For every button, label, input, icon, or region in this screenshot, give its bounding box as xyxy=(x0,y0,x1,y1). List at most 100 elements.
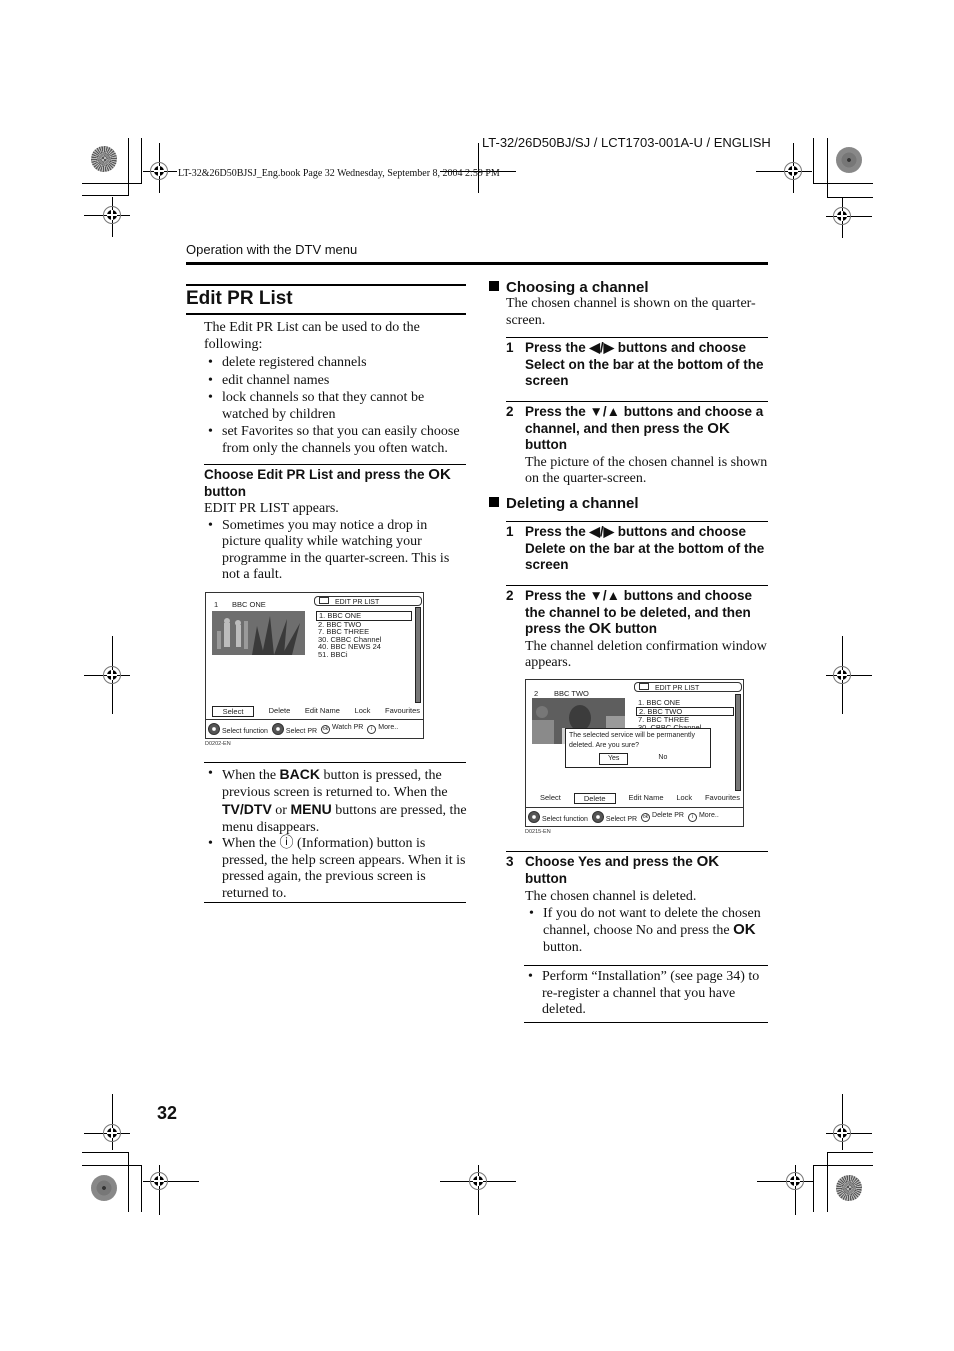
step-notes: If you do not want to delete the chosen … xyxy=(525,906,768,957)
function-edit-name[interactable]: Edit Name xyxy=(305,706,340,717)
dpad-icon xyxy=(208,723,220,735)
uses-list: delete registered channels edit channel … xyxy=(204,355,468,457)
note-rule xyxy=(524,965,768,966)
scrollbar[interactable] xyxy=(735,694,741,791)
function-bar: Select Delete Edit Name Lock Favourites xyxy=(532,793,740,804)
step-result: The chosen channel is deleted. xyxy=(525,889,697,904)
square-bullet-icon xyxy=(489,497,499,507)
deleting-section: Deleting a channel xyxy=(489,495,769,512)
dialog-message: The selected service will be permanently… xyxy=(569,732,696,749)
step: 1 Press the ◀/▶ buttons and choose Delet… xyxy=(506,524,765,572)
list-title-box: EDIT PR LIST xyxy=(634,682,742,692)
info-icon: ⓘ xyxy=(279,836,294,851)
channel-number: 1 xyxy=(214,600,219,609)
step-rule xyxy=(506,401,768,402)
function-favourites[interactable]: Favourites xyxy=(385,706,420,717)
figure-id: D0202-EN xyxy=(205,741,231,747)
step: 2 Press the ▼/▲ buttons and choose a chan… xyxy=(506,404,768,486)
notes-bottom-rule xyxy=(204,902,466,903)
step-rule xyxy=(506,521,768,522)
scrollbar[interactable] xyxy=(415,607,421,703)
section-heading: Deleting a channel xyxy=(489,495,769,512)
ok-button-label: OK xyxy=(696,853,720,870)
section-label: Operation with the DTV menu xyxy=(186,242,358,257)
figure-id: D0215-EN xyxy=(525,829,551,835)
function-select[interactable]: Select xyxy=(212,706,254,717)
step-rule xyxy=(204,464,466,465)
ok-button-label: OK xyxy=(588,620,612,637)
channel-list: 1. BBC ONE 2. BBC TWO 7. BBC THREE 30. C… xyxy=(636,699,734,731)
header-rule xyxy=(186,262,768,265)
function-select[interactable]: Select xyxy=(532,793,561,804)
dialog-no-button[interactable]: No xyxy=(658,753,667,765)
channel-list: 1. BBC ONE 2. BBC TWO 7. BBC THREE 30. C… xyxy=(316,611,412,658)
step-rule xyxy=(506,851,768,852)
step-result: EDIT PR LIST appears. xyxy=(204,501,339,516)
dialog-yes-button[interactable]: Yes xyxy=(599,753,629,765)
dpad-icon xyxy=(591,811,604,823)
function-favourites[interactable]: Favourites xyxy=(705,793,740,804)
ok-icon: ok xyxy=(321,725,331,734)
page-number: 32 xyxy=(157,1103,178,1123)
list-item: If you do not want to delete the chosen … xyxy=(525,906,768,957)
book-file-line: LT-32&26D50BJSJ_Eng.book Page 32 Wednesd… xyxy=(178,168,500,179)
choosing-section: Choosing a channel The chosen channel is… xyxy=(489,279,769,329)
document-code: LT-32/26D50BJ/SJ / LCT1703-001A-U / ENGL… xyxy=(482,135,771,150)
step-notes: Sometimes you may notice a drop in pictu… xyxy=(204,518,468,584)
title-top-rule xyxy=(186,284,466,286)
channel-number: 2 xyxy=(534,689,539,698)
step: 1 Press the ◀/▶ buttons and choose Selec… xyxy=(506,340,764,388)
tv-dtv-button-label: TV/DTV xyxy=(222,801,272,817)
step-block: Choose Edit PR List and press the OK butt… xyxy=(204,466,468,584)
notes-list: When the BACK button is pressed, the pre… xyxy=(204,766,468,902)
function-bar: Select Delete Edit Name Lock Favourites xyxy=(212,706,420,717)
tv-list-icon xyxy=(319,597,329,604)
back-button-label: BACK xyxy=(279,766,320,782)
list-item: When the BACK button is pressed, the pre… xyxy=(204,766,468,836)
info-icon: i xyxy=(687,813,697,822)
dpad-icon xyxy=(528,811,540,823)
ok-icon: ok xyxy=(641,813,651,822)
registration-disc-icon xyxy=(91,1175,117,1201)
help-bar: Select function Select PR ok Watch PR i Mo… xyxy=(206,719,423,738)
step-result: The channel deletion confirmation window… xyxy=(525,638,767,671)
function-delete[interactable]: Delete xyxy=(269,706,291,717)
step-rule xyxy=(506,585,768,586)
list-item: Sometimes you may notice a drop in pictu… xyxy=(204,518,468,584)
title-bottom-rule xyxy=(186,313,466,315)
section-desc: The chosen channel is shown on the quart… xyxy=(506,296,756,328)
registration-disc-icon xyxy=(836,147,862,173)
menu-button-label: MENU xyxy=(290,801,332,817)
final-note-list: Perform “Installation” (see page 34) to … xyxy=(524,969,770,1019)
list-item: set Favorites so that you can easily cho… xyxy=(204,424,468,457)
list-item: delete registered channels xyxy=(204,355,468,372)
tv-screen-delete-confirm: 2 BBC TWO EDIT PR LIST 1. BBC ONE 2. BBC… xyxy=(525,679,744,827)
info-icon: i xyxy=(367,725,377,734)
tv-list-icon xyxy=(639,683,649,690)
registration-disc-icon xyxy=(836,1175,862,1201)
step: 2 Press the ▼/▲ buttons and choose the ch… xyxy=(506,588,767,671)
page-title: Edit PR List xyxy=(186,288,293,309)
function-delete[interactable]: Delete xyxy=(573,793,616,804)
function-lock[interactable]: Lock xyxy=(676,793,692,804)
list-item: When the ⓘ (Information) button is press… xyxy=(204,836,468,902)
step-heading: Choose Edit PR List and press the OK butt… xyxy=(204,466,451,499)
step: 3 Choose Yes and press the OK button The c… xyxy=(506,853,768,957)
function-edit-name[interactable]: Edit Name xyxy=(628,793,663,804)
intro-text: The Edit PR List can be used to do the f… xyxy=(204,320,420,352)
final-note-block: Perform “Installation” (see page 34) to … xyxy=(524,969,770,1019)
list-item: lock channels so that they cannot be wat… xyxy=(204,390,468,423)
list-title-box: EDIT PR LIST xyxy=(314,596,422,606)
function-lock[interactable]: Lock xyxy=(355,706,371,717)
notes-block: When the BACK button is pressed, the pre… xyxy=(204,766,468,902)
delete-confirm-dialog: The selected service will be permanently… xyxy=(565,728,711,768)
section-heading: Choosing a channel xyxy=(489,279,769,296)
ok-button-label: OK xyxy=(733,921,756,938)
intro-block: The Edit PR List can be used to do the f… xyxy=(204,320,468,457)
channel-row[interactable]: 1. BBC ONE xyxy=(636,699,734,707)
ok-button-label: OK xyxy=(428,466,451,483)
dpad-icon xyxy=(271,723,284,735)
step-rule xyxy=(506,337,768,338)
channel-name: BBC TWO xyxy=(554,689,589,698)
channel-row[interactable]: 51. BBCi xyxy=(316,650,412,659)
